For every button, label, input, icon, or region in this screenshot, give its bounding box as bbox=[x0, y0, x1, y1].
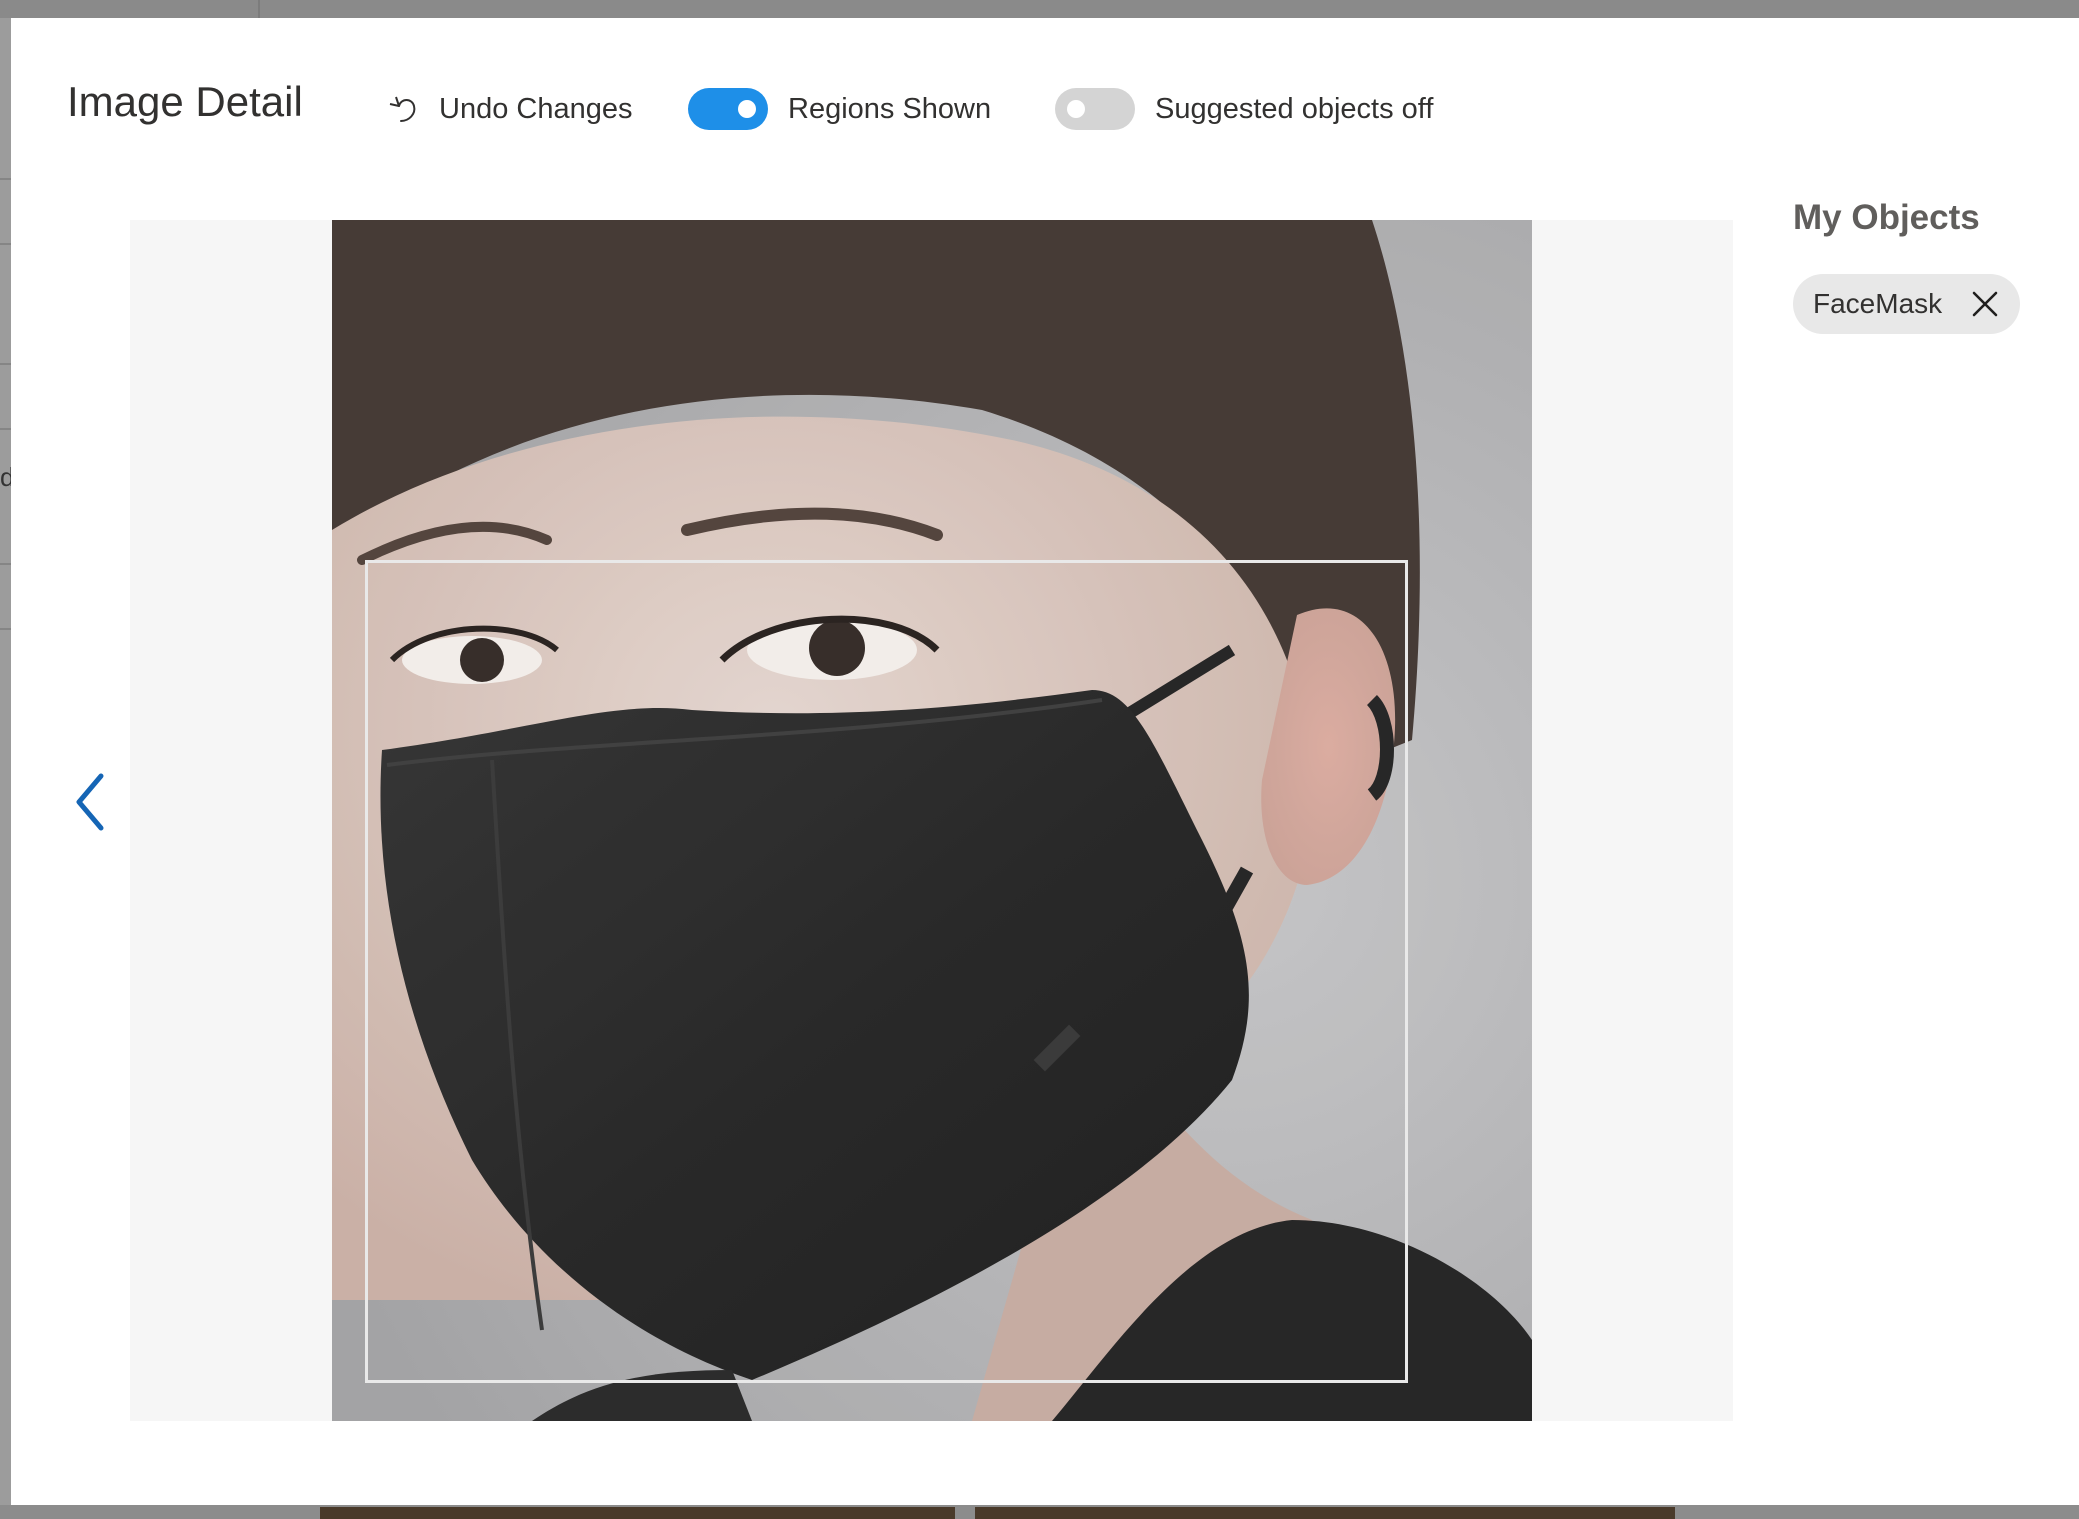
suggested-objects-toggle[interactable]: Suggested objects off bbox=[1055, 82, 1433, 136]
background-thumbnail bbox=[320, 1507, 955, 1519]
undo-icon bbox=[389, 96, 416, 122]
regions-shown-label: Regions Shown bbox=[788, 92, 992, 125]
background-thumbnail bbox=[975, 1507, 1675, 1519]
regions-shown-toggle[interactable]: Regions Shown bbox=[688, 82, 991, 136]
sidebar-title: My Objects bbox=[1793, 198, 1980, 237]
suggested-toggle-switch[interactable] bbox=[1055, 88, 1135, 130]
object-tag-label: FaceMask bbox=[1813, 288, 1943, 319]
toggle-knob bbox=[738, 100, 756, 118]
object-region-box[interactable] bbox=[365, 560, 1408, 1383]
close-icon[interactable] bbox=[1968, 287, 2002, 321]
suggested-objects-label: Suggested objects off bbox=[1155, 92, 1434, 125]
background-divider bbox=[258, 0, 260, 18]
modal-header: Image Detail Undo Changes Regions Shown … bbox=[11, 18, 2079, 178]
background-left-column bbox=[0, 18, 11, 1519]
image-canvas[interactable] bbox=[332, 220, 1532, 1421]
background-topbar bbox=[0, 0, 2079, 18]
object-tag[interactable]: FaceMask bbox=[1793, 274, 2021, 334]
page-title: Image Detail bbox=[67, 78, 303, 125]
image-viewer bbox=[130, 220, 1733, 1421]
undo-changes-label: Undo Changes bbox=[439, 92, 633, 125]
regions-toggle-switch[interactable] bbox=[688, 88, 768, 130]
previous-image-button[interactable] bbox=[67, 766, 117, 836]
undo-changes-button[interactable]: Undo Changes bbox=[387, 82, 632, 136]
toggle-knob bbox=[1067, 100, 1085, 118]
image-detail-modal: Image Detail Undo Changes Regions Shown … bbox=[11, 18, 2079, 1505]
objects-sidebar: My Objects FaceMask bbox=[1793, 198, 2073, 334]
chevron-left-icon bbox=[76, 773, 104, 831]
